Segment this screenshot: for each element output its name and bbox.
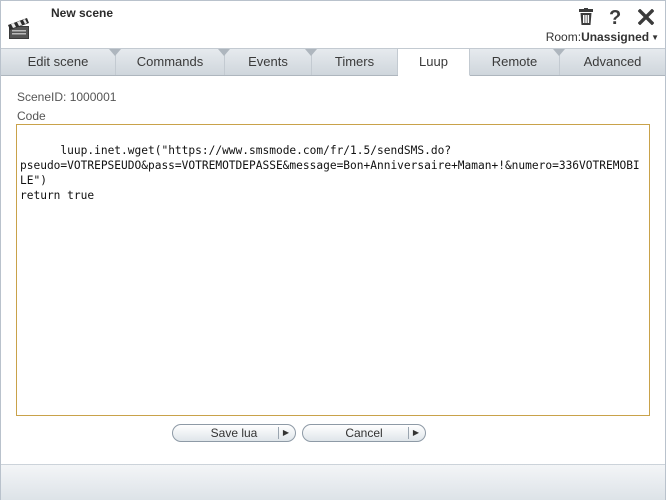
svg-text:?: ?	[609, 7, 621, 27]
cancel-label: Cancel	[345, 426, 383, 440]
tab-events[interactable]: Events	[225, 49, 317, 75]
code-text: luup.inet.wget("https://www.smsmode.com/…	[20, 144, 640, 202]
button-separator	[278, 427, 279, 439]
code-label: Code	[17, 109, 46, 123]
save-lua-label: Save lua	[210, 426, 258, 440]
scene-window: New scene ? Room:Unassigned ▼ Edit scene…	[0, 0, 666, 500]
cancel-button[interactable]: Cancel ▶	[302, 424, 426, 442]
button-separator	[408, 427, 409, 439]
close-icon[interactable]	[637, 7, 655, 27]
tab-timers[interactable]: Timers	[312, 49, 398, 75]
clapperboard-icon	[7, 15, 31, 41]
trash-icon[interactable]	[577, 7, 595, 27]
help-icon[interactable]: ?	[607, 7, 625, 27]
chevron-right-icon: ▶	[282, 428, 289, 437]
save-lua-button[interactable]: Save lua ▶	[172, 424, 296, 442]
chevron-down-icon: ▼	[651, 33, 659, 43]
window-header: New scene ? Room:Unassigned ▼	[1, 1, 665, 47]
tab-bar: Edit scene Commands Events Timers Luup R…	[1, 48, 665, 76]
tab-advanced[interactable]: Advanced	[560, 49, 665, 75]
tab-remote[interactable]: Remote	[470, 49, 565, 75]
scene-title: New scene	[51, 6, 114, 20]
room-selector[interactable]: Room:Unassigned ▼	[546, 30, 659, 44]
scene-id: SceneID: 1000001	[17, 90, 117, 104]
tab-luup[interactable]: Luup	[398, 49, 470, 76]
window-footer	[1, 464, 665, 500]
room-label: Room:	[545, 30, 582, 44]
action-buttons: Save lua ▶ Cancel ▶	[172, 424, 426, 442]
code-editor[interactable]: luup.inet.wget("https://www.smsmode.com/…	[16, 124, 650, 416]
luup-panel: SceneID: 1000001 Code luup.inet.wget("ht…	[1, 76, 665, 464]
chevron-right-icon: ▶	[412, 428, 419, 437]
header-actions: ?	[577, 6, 655, 28]
tab-commands[interactable]: Commands	[116, 49, 230, 75]
tab-edit-scene[interactable]: Edit scene	[1, 49, 121, 75]
room-value: Unassigned	[581, 30, 650, 44]
resize-grip-icon[interactable]	[639, 405, 647, 413]
